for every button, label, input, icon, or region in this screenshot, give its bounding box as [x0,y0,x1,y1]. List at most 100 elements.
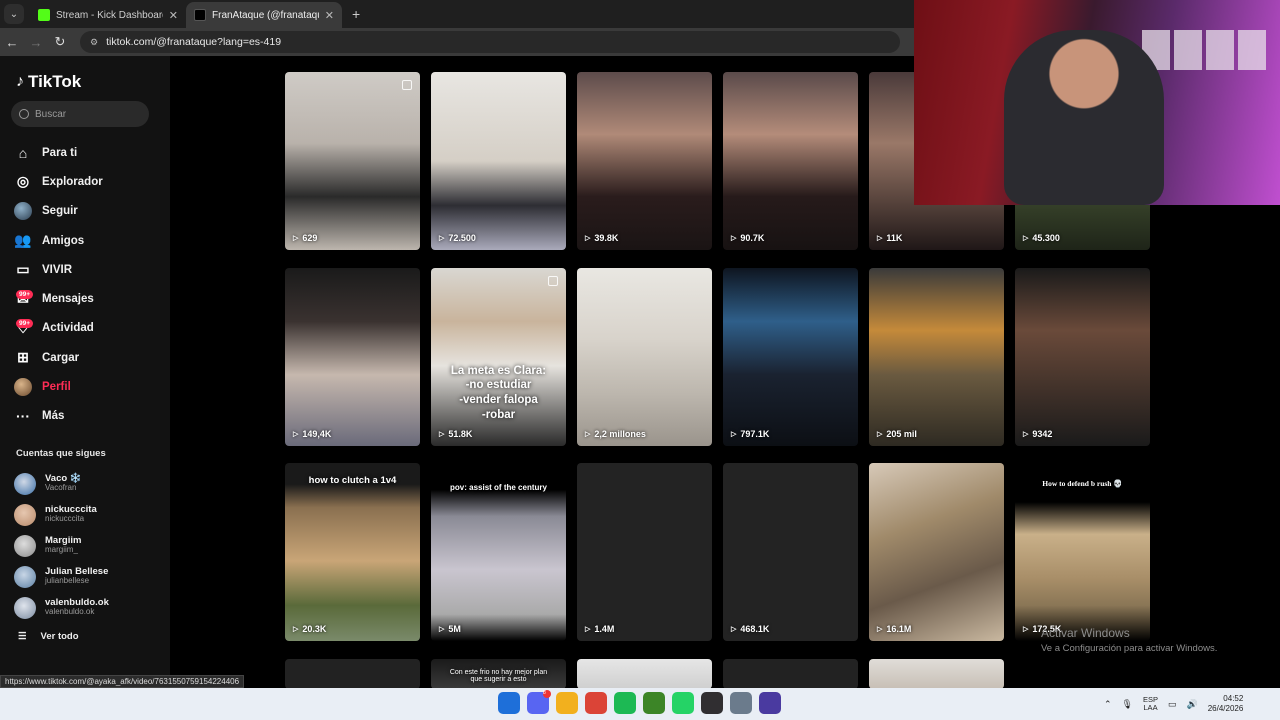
spotify-icon[interactable] [614,692,636,714]
settings-icon[interactable] [730,692,752,714]
view-count: ▷ 51.8K [439,429,472,439]
close-tab-icon[interactable]: ✕ [169,9,178,22]
search-box[interactable] [11,101,149,127]
play-icon: ▷ [877,235,883,242]
url-field[interactable]: ⚙ tiktok.com/@franataque?lang=es-419 [80,31,900,53]
video-card[interactable]: ▷ 797.1K [723,267,858,446]
see-all-button[interactable]: ☰ Ver todo [14,623,164,649]
nav-mas[interactable]: ··· Más [14,402,164,431]
logo-text: TikTok [28,72,82,91]
close-tab-icon[interactable]: ✕ [325,9,334,22]
pinned-icon [402,80,412,90]
video-card[interactable]: how to clutch a 1v4 ▷ 20.3K [285,463,420,641]
volume-icon[interactable]: 🔊 [1187,699,1198,710]
watermark-line2: Ve a Configuración para activar Windows. [1041,643,1218,654]
following-item[interactable]: nickucccita nickucccita [14,499,164,530]
compass-icon: ◎ [16,173,30,190]
view-count-value: 5M [448,624,461,634]
video-card[interactable]: pov: assist of the century ▷ 5M [431,463,566,641]
reload-button[interactable]: ↻ [48,34,72,50]
play-icon: ▷ [731,626,737,633]
file-explorer-icon[interactable] [556,692,578,714]
video-card[interactable]: ▷ 468.1K [723,463,858,641]
video-card[interactable] [285,658,420,689]
video-card[interactable]: ▷ 39.8K [577,72,712,250]
network-icon[interactable]: ▭ [1168,699,1177,710]
nav-actividad[interactable]: ♡99+ Actividad [14,314,164,343]
chevron-up-icon[interactable]: ⌃ [1104,699,1112,710]
app-icon[interactable] [759,692,781,714]
video-card[interactable]: ▷ 72.500 [431,72,566,250]
following-item[interactable]: Julian Bellese julianbellese [14,561,164,592]
play-icon: ▷ [293,626,299,633]
nav-mensajes[interactable]: ✉99+ Mensajes [14,284,164,313]
windows-watermark: Activar Windows Ve a Configuración para … [1041,626,1217,654]
following-item[interactable]: Margiim margiim_ [14,530,164,561]
video-card[interactable]: ▷ 9342 [1015,267,1150,446]
video-card[interactable]: La meta es Clara: -no estudiar -vender f… [431,267,566,446]
windows-start-icon[interactable] [498,692,520,714]
notification-badge: 8 [543,690,551,698]
tab-search-button[interactable]: ⌄ [4,4,24,24]
video-card[interactable] [869,658,1004,689]
chrome-icon[interactable] [585,692,607,714]
site-info-icon[interactable]: ⚙ [90,37,98,48]
play-icon: ▷ [877,626,883,633]
video-card[interactable]: ▷ 629 [285,72,420,250]
play-icon: ▷ [293,235,299,242]
play-icon: ▷ [439,430,445,438]
video-card[interactable]: ▷ 1.4M [577,463,712,641]
nav-seguir[interactable]: Seguir [14,197,164,226]
tab-kick[interactable]: Stream - Kick Dashboard ✕ [30,2,186,28]
video-card[interactable]: ▷ 2,2 millones [577,267,712,446]
following-handle: valenbuldo.ok [45,607,95,617]
nav-vivir[interactable]: ▭ VIVIR [14,255,164,284]
friends-icon: 👥 [14,232,32,249]
nav-cargar[interactable]: ⊞ Cargar [14,343,164,372]
video-card[interactable]: ▷ 90.7K [723,72,858,250]
tab-tiktok[interactable]: FranAtaque (@franataque) | Tik ✕ [186,2,342,28]
nav-explorador[interactable]: ◎ Explorador [14,167,164,196]
view-count-value: 629 [302,233,318,243]
nav-label: Amigos [42,234,85,247]
view-count-value: 9342 [1032,428,1053,439]
video-caption: How to defend b rush 💀 [1042,479,1123,488]
activity-icon: ♡99+ [14,319,34,337]
search-input[interactable] [35,108,135,120]
nav-perfil[interactable]: Perfil [14,372,164,401]
list-icon: ☰ [18,630,27,642]
video-card[interactable]: Con este frio no hay mejor plan que suge… [431,658,566,689]
clock[interactable]: 04:52 26/4/2026 [1208,694,1244,713]
live-icon: ▭ [16,261,30,278]
video-card[interactable]: ▷ 149,4K [285,267,420,446]
microphone-icon[interactable]: 🎙 [1122,699,1133,710]
video-caption: how to clutch a 1v4 [308,475,397,486]
video-card[interactable] [577,658,712,689]
language-indicator[interactable]: ESP LAA [1143,695,1158,713]
video-card[interactable]: ▷ 16.1M [869,463,1004,641]
video-card[interactable]: ▷ 205 mil [869,267,1004,446]
nav-label: Actividad [42,322,94,335]
discord-icon[interactable]: 8 [527,690,551,714]
view-count: ▷ 16.1M [877,624,911,634]
system-tray: ⌃ 🎙 ESP LAA ▭ 🔊 04:52 26/4/2026 [1104,688,1243,720]
forward-button[interactable]: → [24,35,48,50]
home-icon: ⌂ [18,144,28,161]
following-item[interactable]: valenbuldo.ok valenbuldo.ok [14,592,164,623]
new-tab-button[interactable]: + [352,6,360,22]
obs-icon[interactable] [701,692,723,714]
minecraft-icon[interactable] [643,692,665,714]
nav-para-ti[interactable]: ⌂ Para ti [14,138,164,167]
lang-bottom: LAA [1143,703,1158,712]
streamer-figure [1004,30,1164,205]
video-caption: La meta es Clara: -no estudiar -vender f… [450,364,547,422]
tiktok-logo[interactable]: ♪ TikTok [16,72,81,92]
following-item[interactable]: Vaco ❄️ Vacofran [14,468,164,499]
video-card[interactable]: How to defend b rush 💀 ▷ 172.5K [1015,463,1150,641]
whatsapp-icon[interactable] [672,692,694,714]
view-count: ▷ 1.4M [585,624,614,634]
nav-amigos[interactable]: 👥 Amigos [14,226,164,255]
back-button[interactable]: ← [0,35,24,50]
taskbar-apps: 8 [498,690,781,714]
video-card[interactable] [723,658,858,689]
